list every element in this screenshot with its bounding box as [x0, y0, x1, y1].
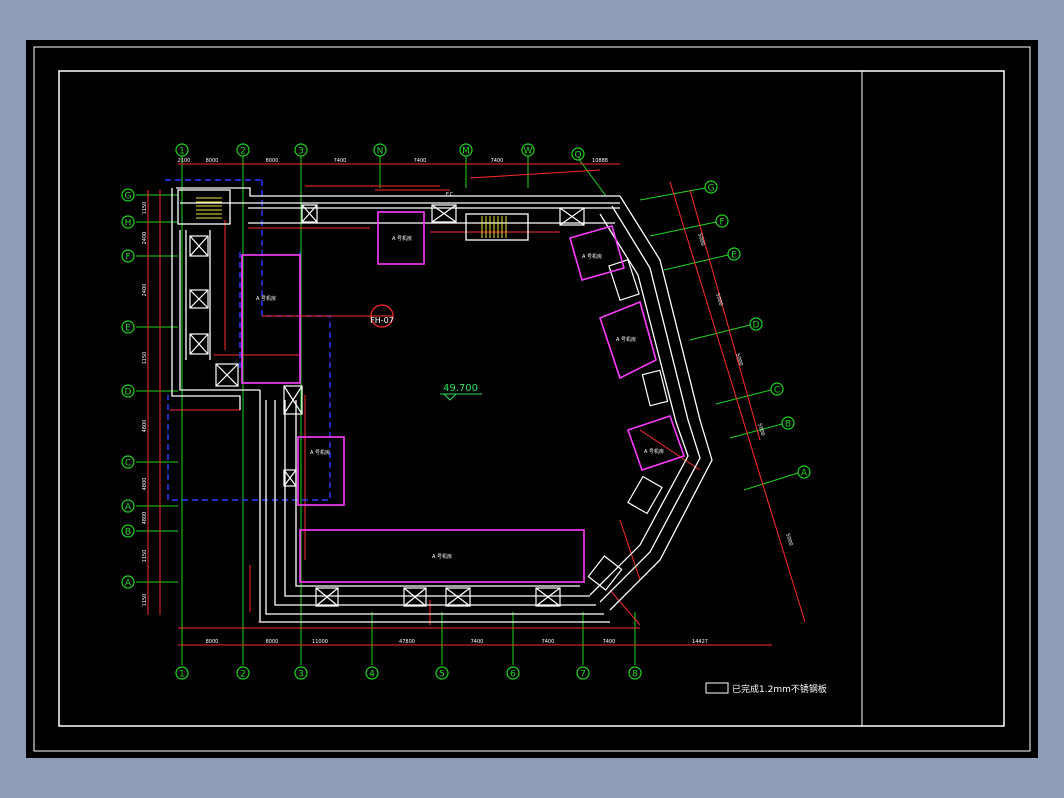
grid-bottom-3-label: 4	[369, 670, 375, 680]
grid-bottom-0-label: 1	[179, 670, 185, 680]
dim-bottom-1: 8000	[266, 639, 279, 645]
room-label: A 号机房	[644, 448, 664, 455]
grid-left-4-label: D	[125, 388, 132, 398]
grid-top-4-label: M	[462, 147, 470, 157]
grid-left-7-label: B	[125, 528, 131, 538]
dim-top-3: 7400	[334, 158, 347, 164]
grid-right-6-label: A	[801, 469, 808, 479]
grid-top-5-label: W	[524, 147, 533, 157]
dim-top-0: 2100	[178, 158, 191, 164]
grid-top-1-label: 2	[240, 147, 246, 157]
legend-text: 已完成1.2mm不锈钢板	[732, 683, 827, 695]
grid-bottom-2-label: 3	[298, 670, 304, 680]
dim-bottom-0: 8000	[206, 639, 219, 645]
room-label: A 号机房	[392, 235, 412, 242]
grid-left-3-label: E	[125, 324, 131, 334]
dim-left-1: 2400	[142, 232, 148, 245]
room-label: A 号机房	[616, 336, 636, 343]
room-label: A 号机房	[310, 449, 330, 456]
dim-bottom-3: 47800	[399, 639, 415, 645]
grid-bottom-4-label: 5	[439, 670, 445, 680]
grid-left-0-label: G	[125, 192, 132, 202]
section-marker-label: FH-07	[370, 316, 394, 325]
room-label: A 号机房	[582, 253, 602, 260]
grid-right-1-label: F	[719, 218, 724, 228]
room-label: A 号机房	[432, 553, 452, 560]
dim-left-2: 2400	[142, 284, 148, 297]
elevation-label: 49.700	[443, 383, 478, 394]
dim-left-8: 1150	[142, 594, 148, 607]
grid-right-5-label: B	[785, 420, 791, 430]
grid-top-6-label: Q	[574, 151, 581, 161]
dim-top-5: 7400	[491, 158, 504, 164]
cad-drawing-canvas[interactable]: A 号机房 A 号机房 A 号机房 A 号机房 A 号机房 A 号机房 A 号机…	[0, 0, 1064, 798]
dim-left-5: 4800	[142, 478, 148, 491]
dim-left-6: 4800	[142, 512, 148, 525]
grid-top-2-label: 3	[298, 147, 304, 157]
grid-bottom-6-label: 7	[580, 670, 586, 680]
grid-right-2-label: E	[731, 251, 737, 261]
grid-left-2-label: F	[125, 253, 130, 263]
grid-bottom-7-label: 8	[632, 670, 638, 680]
grid-top-3-label: N	[377, 147, 384, 157]
dim-left-7: 1150	[142, 550, 148, 563]
grid-left-8-label: A	[125, 579, 132, 589]
grid-top-0-label: 1	[179, 147, 185, 157]
grid-right-4-label: C	[774, 386, 780, 396]
dim-bottom-7: 14427	[692, 639, 708, 645]
dim-left-0: 1150	[142, 202, 148, 215]
dim-bottom-4: 7400	[471, 639, 484, 645]
dim-top-6: 10888	[592, 158, 608, 164]
dim-top-1: 8000	[206, 158, 219, 164]
dim-top-4: 7400	[414, 158, 427, 164]
dim-bottom-2: 11000	[312, 639, 328, 645]
grid-right-0-label: G	[708, 184, 715, 194]
grid-left-1-label: H	[125, 219, 132, 229]
column-tag: F.C.	[446, 192, 455, 198]
dim-left-4: 4800	[142, 420, 148, 433]
grid-left-5-label: C	[125, 459, 131, 469]
grid-left-6-label: A	[125, 503, 132, 513]
cad-viewer[interactable]: A 号机房 A 号机房 A 号机房 A 号机房 A 号机房 A 号机房 A 号机…	[0, 0, 1064, 798]
dim-bottom-6: 7400	[603, 639, 616, 645]
dim-left-3: 1150	[142, 352, 148, 365]
grid-right-3-label: D	[753, 321, 760, 331]
room-label: A 号机房	[256, 295, 276, 302]
grid-bottom-1-label: 2	[240, 670, 246, 680]
dim-top-2: 8000	[266, 158, 279, 164]
dim-bottom-5: 7400	[542, 639, 555, 645]
grid-bottom-5-label: 6	[510, 670, 516, 680]
